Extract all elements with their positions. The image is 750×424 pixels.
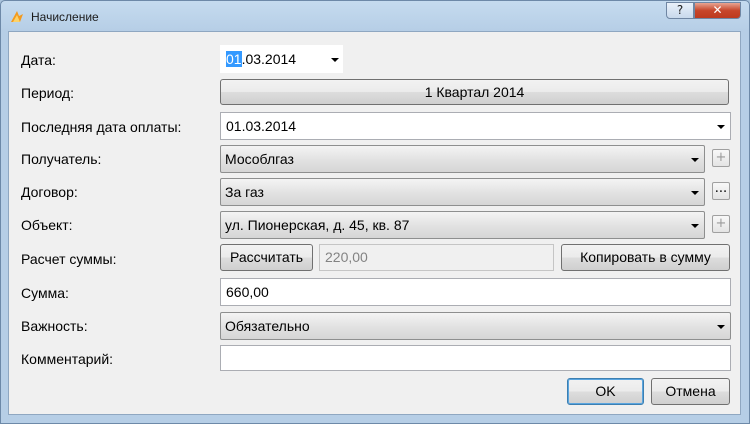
last-pay-date-picker[interactable]: 01.03.2014 — [220, 112, 731, 140]
importance-select[interactable]: Обязательно — [220, 312, 731, 340]
recipient-value: Мособлгаз — [225, 151, 294, 167]
close-button[interactable]: ✕ — [694, 2, 741, 19]
cancel-button[interactable]: Отмена — [651, 378, 730, 405]
contract-select[interactable]: За газ — [220, 178, 705, 206]
date-rest: .03.2014 — [241, 51, 297, 67]
recipient-dropdown-arrow-icon — [691, 158, 699, 162]
object-dropdown-arrow-icon — [691, 224, 699, 228]
period-label: Период: — [21, 85, 74, 101]
help-button[interactable]: ? — [666, 2, 694, 19]
date-picker[interactable]: 01.03.2014 — [220, 45, 343, 73]
calc-sum-label: Расчет суммы: — [21, 251, 117, 267]
contract-dropdown-arrow-icon — [691, 191, 699, 195]
dialog-body: Дата: 01.03.2014 Период: 1 Квартал 2014 … — [8, 31, 741, 415]
copy-to-sum-button[interactable]: Копировать в сумму — [561, 244, 730, 271]
last-pay-date-value: 01.03.2014 — [226, 118, 297, 134]
importance-dropdown-arrow-icon — [717, 325, 725, 329]
calculate-button[interactable]: Рассчитать — [220, 244, 313, 271]
date-label: Дата: — [21, 52, 56, 68]
dialog-window: Начисление ? ✕ Дата: 01.03.2014 Период: … — [0, 0, 750, 424]
app-logo-icon — [11, 11, 23, 22]
period-button[interactable]: 1 Квартал 2014 — [220, 79, 729, 105]
object-value: ул. Пионерская, д. 45, кв. 87 — [225, 217, 410, 233]
last-pay-date-dropdown-arrow-icon[interactable] — [717, 125, 725, 129]
contract-browse-button[interactable]: ... — [712, 182, 730, 200]
date-dropdown-arrow-icon[interactable] — [331, 58, 339, 62]
recipient-label: Получатель: — [21, 151, 102, 167]
contract-label: Договор: — [21, 184, 78, 200]
title-bar[interactable]: Начисление ? ✕ — [1, 1, 749, 31]
sum-input[interactable]: 660,00 — [220, 278, 731, 306]
add-recipient-button[interactable]: + — [712, 149, 730, 167]
contract-value: За газ — [225, 184, 264, 200]
importance-label: Важность: — [21, 318, 88, 334]
last-pay-date-label: Последняя дата оплаты: — [21, 119, 182, 135]
comment-label: Комментарий: — [21, 351, 114, 367]
importance-value: Обязательно — [225, 318, 310, 334]
object-select[interactable]: ул. Пионерская, д. 45, кв. 87 — [220, 211, 705, 239]
ok-button[interactable]: OK — [567, 378, 644, 405]
add-object-button[interactable]: + — [712, 215, 730, 233]
object-label: Объект: — [21, 217, 73, 233]
recipient-select[interactable]: Мособлгаз — [220, 145, 705, 173]
date-day-selected: 01 — [226, 51, 242, 67]
comment-input[interactable] — [220, 345, 731, 371]
window-title: Начисление — [31, 10, 99, 24]
calc-result-field: 220,00 — [319, 244, 554, 271]
sum-label: Сумма: — [21, 285, 69, 301]
